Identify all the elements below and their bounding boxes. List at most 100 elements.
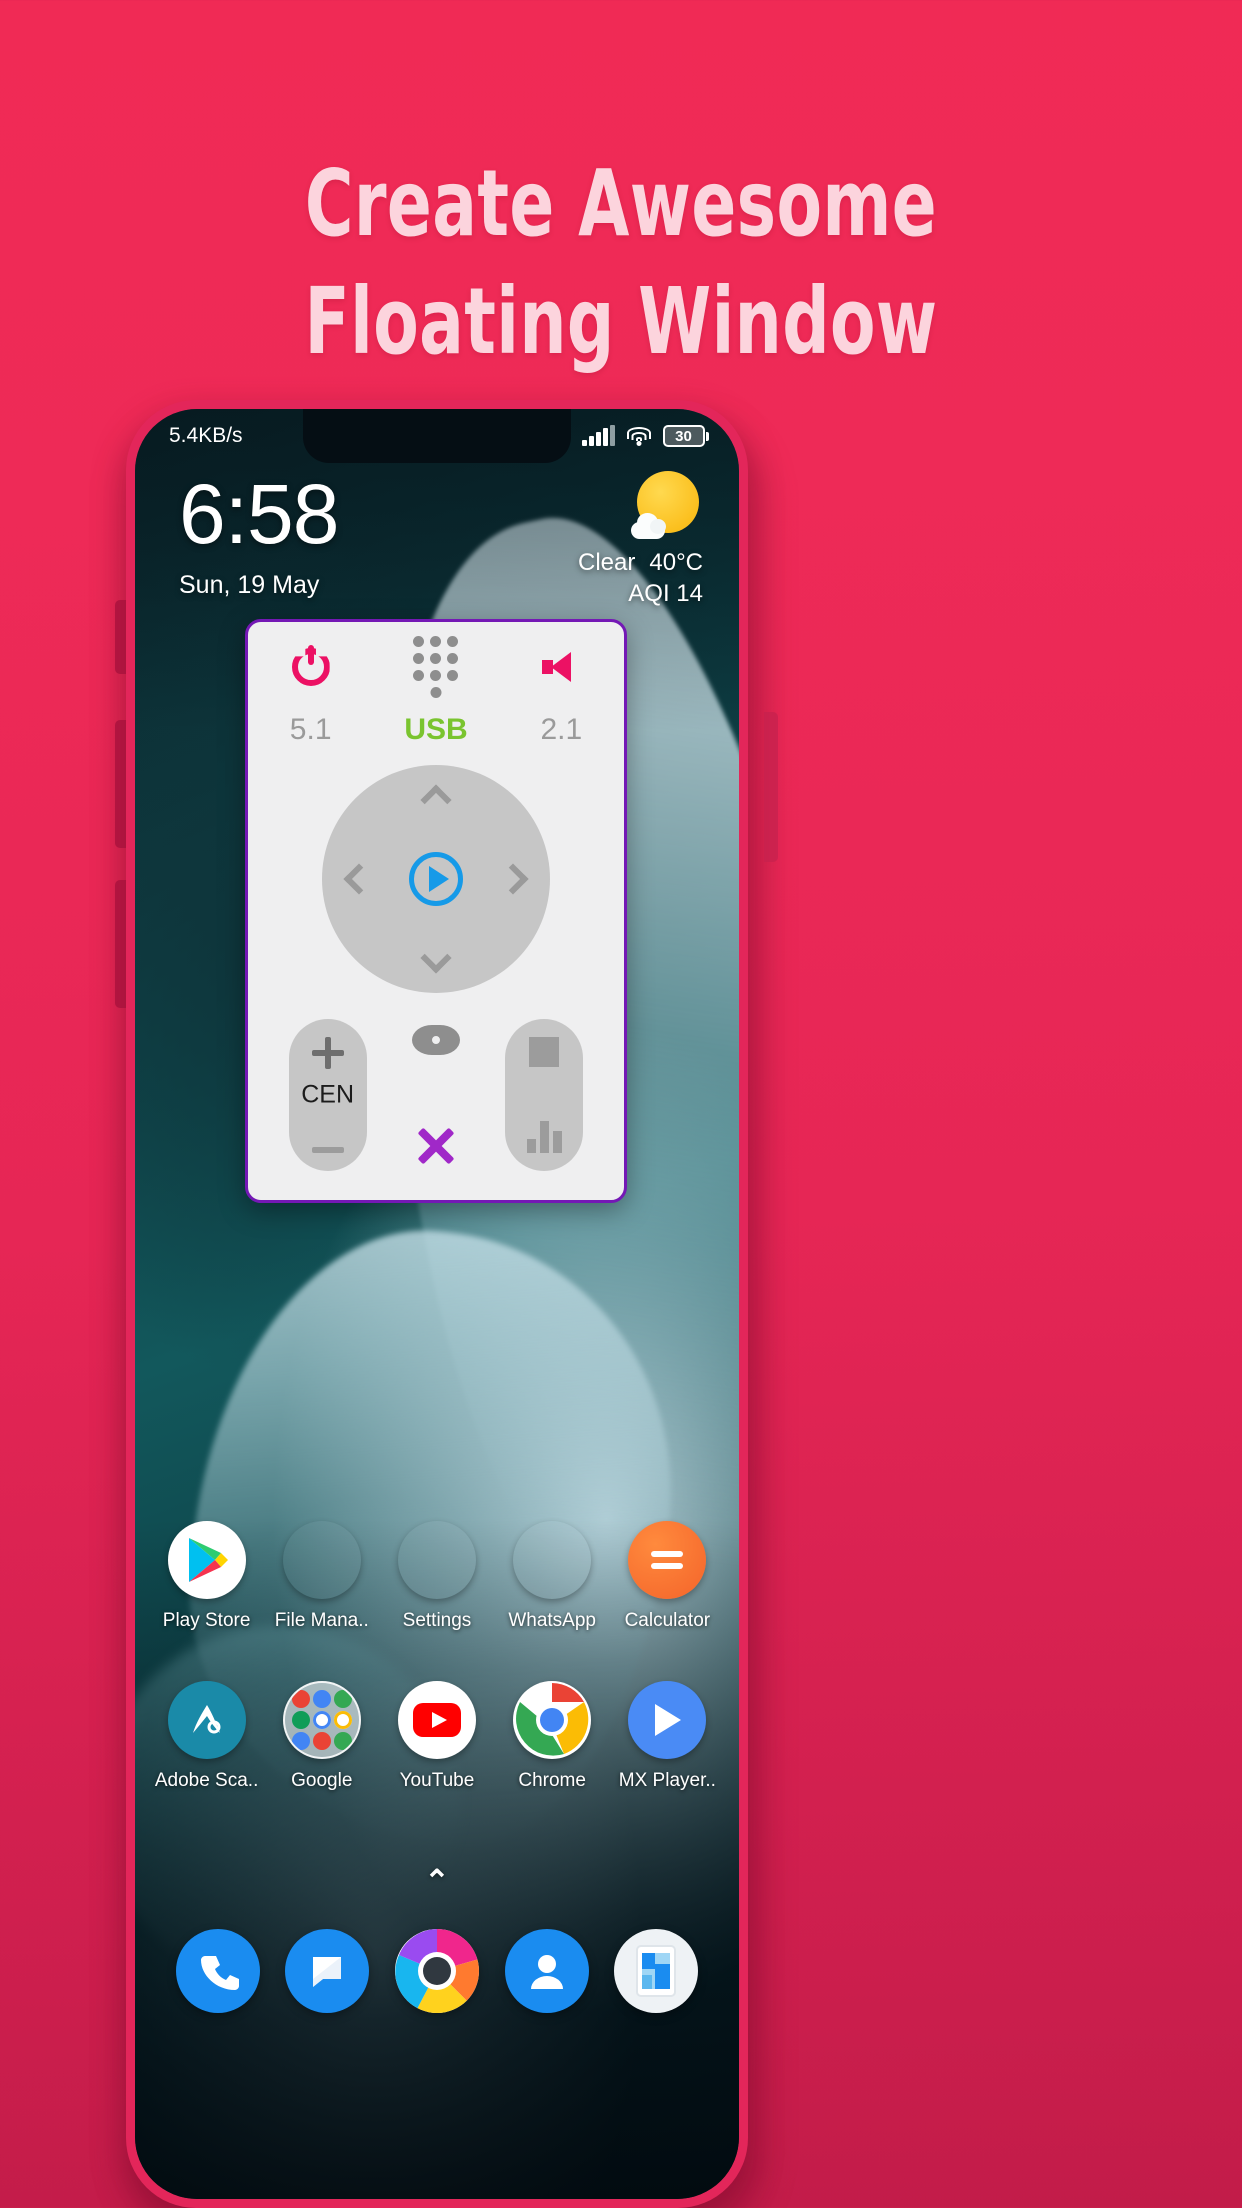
phone-screen: 5.4KB/s 30 6:58 Sun, 19 May Clear 40°C A… xyxy=(135,409,739,2199)
app-google-folder[interactable]: Google xyxy=(270,1681,374,1792)
play-triangle-glyph xyxy=(655,1704,682,1736)
whatsapp-icon xyxy=(513,1521,592,1599)
power-button[interactable] xyxy=(249,645,373,686)
phone-icon[interactable] xyxy=(175,1929,260,2013)
chevron-down-icon[interactable] xyxy=(420,942,452,974)
app-grid-row-1: Play Store File Mana.. Settings WhatsApp xyxy=(135,1521,739,1632)
battery-icon: 30 xyxy=(662,425,709,447)
chevron-up-icon[interactable] xyxy=(420,784,452,816)
mute-button[interactable] xyxy=(499,652,623,682)
dpad[interactable] xyxy=(322,765,550,993)
weather-aqi: AQI 14 xyxy=(628,580,703,607)
floating-remote-window[interactable]: 5.1 USB 2.1 CEN xyxy=(245,619,627,1203)
app-label: File Mana.. xyxy=(274,1610,369,1631)
chevron-left-icon[interactable] xyxy=(343,863,375,895)
chevron-right-icon[interactable] xyxy=(497,863,529,895)
chrome-glyph xyxy=(515,1683,590,1757)
app-label: Adobe Sca.. xyxy=(154,1770,259,1791)
remote-bottom-row: CEN xyxy=(248,1000,624,1190)
phone-body: 5.4KB/s 30 6:58 Sun, 19 May Clear 40°C A… xyxy=(126,400,748,2208)
settings-icon xyxy=(397,1521,476,1599)
network-speed-label: 5.4KB/s xyxy=(169,424,243,447)
app-mx-player[interactable]: MX Player.. xyxy=(615,1681,719,1792)
remote-middle-actions xyxy=(411,1025,460,1165)
contacts-icon[interactable] xyxy=(504,1929,589,2013)
clock-time: 6:58 xyxy=(179,467,339,561)
mx-player-icon xyxy=(628,1681,707,1759)
app-label: Settings xyxy=(402,1610,472,1631)
screenshot-glyph xyxy=(636,1945,677,1997)
play-store-icon xyxy=(167,1521,246,1599)
equals-glyph xyxy=(651,1551,684,1569)
file-manager-icon xyxy=(282,1521,361,1599)
app-label: Chrome xyxy=(518,1770,586,1791)
adobe-glyph xyxy=(192,1705,221,1734)
person-glyph xyxy=(530,1955,563,1989)
channel-stepper[interactable] xyxy=(505,1019,584,1171)
page-title: Create Awesome Floating Window xyxy=(124,145,1118,381)
eye-icon[interactable] xyxy=(411,1025,460,1055)
minus-icon[interactable] xyxy=(311,1147,344,1153)
headline-line-2: Floating Window xyxy=(304,268,938,375)
play-circle-icon[interactable] xyxy=(409,852,463,906)
screenshot-icon[interactable] xyxy=(614,1929,699,2013)
speaker-icon xyxy=(542,652,580,682)
usb-source-label[interactable]: USB xyxy=(374,713,498,747)
channel-left-label[interactable]: 5.1 xyxy=(249,713,373,747)
status-bar: 5.4KB/s 30 xyxy=(135,409,739,463)
weather-condition: Clear xyxy=(578,549,636,576)
volume-label: CEN xyxy=(301,1080,355,1109)
calculator-icon xyxy=(628,1521,707,1599)
app-chrome[interactable]: Chrome xyxy=(500,1681,604,1792)
folder-preview-grid xyxy=(285,1683,359,1757)
app-grid-row-2: Adobe Sca.. Google YouTube Chrome MX Pla… xyxy=(135,1681,739,1792)
clock-widget[interactable]: 6:58 Sun, 19 May xyxy=(179,467,339,600)
app-file-manager[interactable]: File Mana.. xyxy=(270,1521,374,1632)
clock-date: Sun, 19 May xyxy=(179,570,320,599)
weather-temperature: 40°C xyxy=(649,549,703,576)
channel-right-label[interactable]: 2.1 xyxy=(499,713,623,747)
app-label: WhatsApp xyxy=(508,1610,596,1631)
youtube-icon xyxy=(397,1681,476,1759)
dock xyxy=(135,1929,739,2013)
stop-square-icon[interactable] xyxy=(529,1037,560,1067)
app-play-store[interactable]: Play Store xyxy=(155,1521,259,1632)
weather-widget[interactable]: Clear 40°C AQI 14 xyxy=(578,471,703,608)
app-drawer-arrow-icon[interactable]: ⌃ xyxy=(424,1864,449,1899)
status-bar-right-group: 30 xyxy=(582,425,709,447)
signal-bars-icon xyxy=(582,425,615,446)
messages-icon[interactable] xyxy=(285,1929,370,2013)
app-youtube[interactable]: YouTube xyxy=(385,1681,489,1792)
sun-behind-cloud-icon xyxy=(631,471,703,541)
app-adobe-scan[interactable]: Adobe Sca.. xyxy=(155,1681,259,1792)
remote-label-row: 5.1 USB 2.1 xyxy=(248,702,624,758)
plus-icon[interactable] xyxy=(311,1037,344,1069)
app-label: MX Player.. xyxy=(618,1770,716,1791)
phone-power-side-button xyxy=(764,712,778,862)
headline-line-1: Create Awesome xyxy=(304,150,938,257)
adobe-scan-icon xyxy=(167,1681,246,1759)
message-bubble-glyph xyxy=(313,1957,342,1987)
phone-mockup: 5.4KB/s 30 6:58 Sun, 19 May Clear 40°C A… xyxy=(106,400,1136,2208)
dialpad-icon xyxy=(413,636,459,698)
power-icon xyxy=(291,645,330,686)
youtube-glyph xyxy=(412,1703,461,1737)
play-store-glyph xyxy=(188,1538,228,1582)
camera-lens-glyph xyxy=(395,1929,479,2013)
dpad-container xyxy=(248,758,624,1000)
camera-icon[interactable] xyxy=(394,1929,479,2013)
chrome-icon xyxy=(513,1681,592,1759)
wifi-icon xyxy=(626,426,652,446)
battery-level-label: 30 xyxy=(675,427,692,445)
app-settings[interactable]: Settings xyxy=(385,1521,489,1632)
keypad-button[interactable] xyxy=(374,636,498,698)
equalizer-bars-icon[interactable] xyxy=(526,1121,562,1153)
weather-summary: Clear 40°C xyxy=(578,549,703,577)
app-whatsapp[interactable]: WhatsApp xyxy=(500,1521,604,1632)
volume-stepper[interactable]: CEN xyxy=(288,1019,367,1171)
remote-top-icon-row xyxy=(248,636,624,698)
app-label: Calculator xyxy=(624,1610,711,1631)
close-x-icon[interactable] xyxy=(417,1127,455,1165)
app-calculator[interactable]: Calculator xyxy=(615,1521,719,1632)
cloud-icon xyxy=(631,513,673,539)
